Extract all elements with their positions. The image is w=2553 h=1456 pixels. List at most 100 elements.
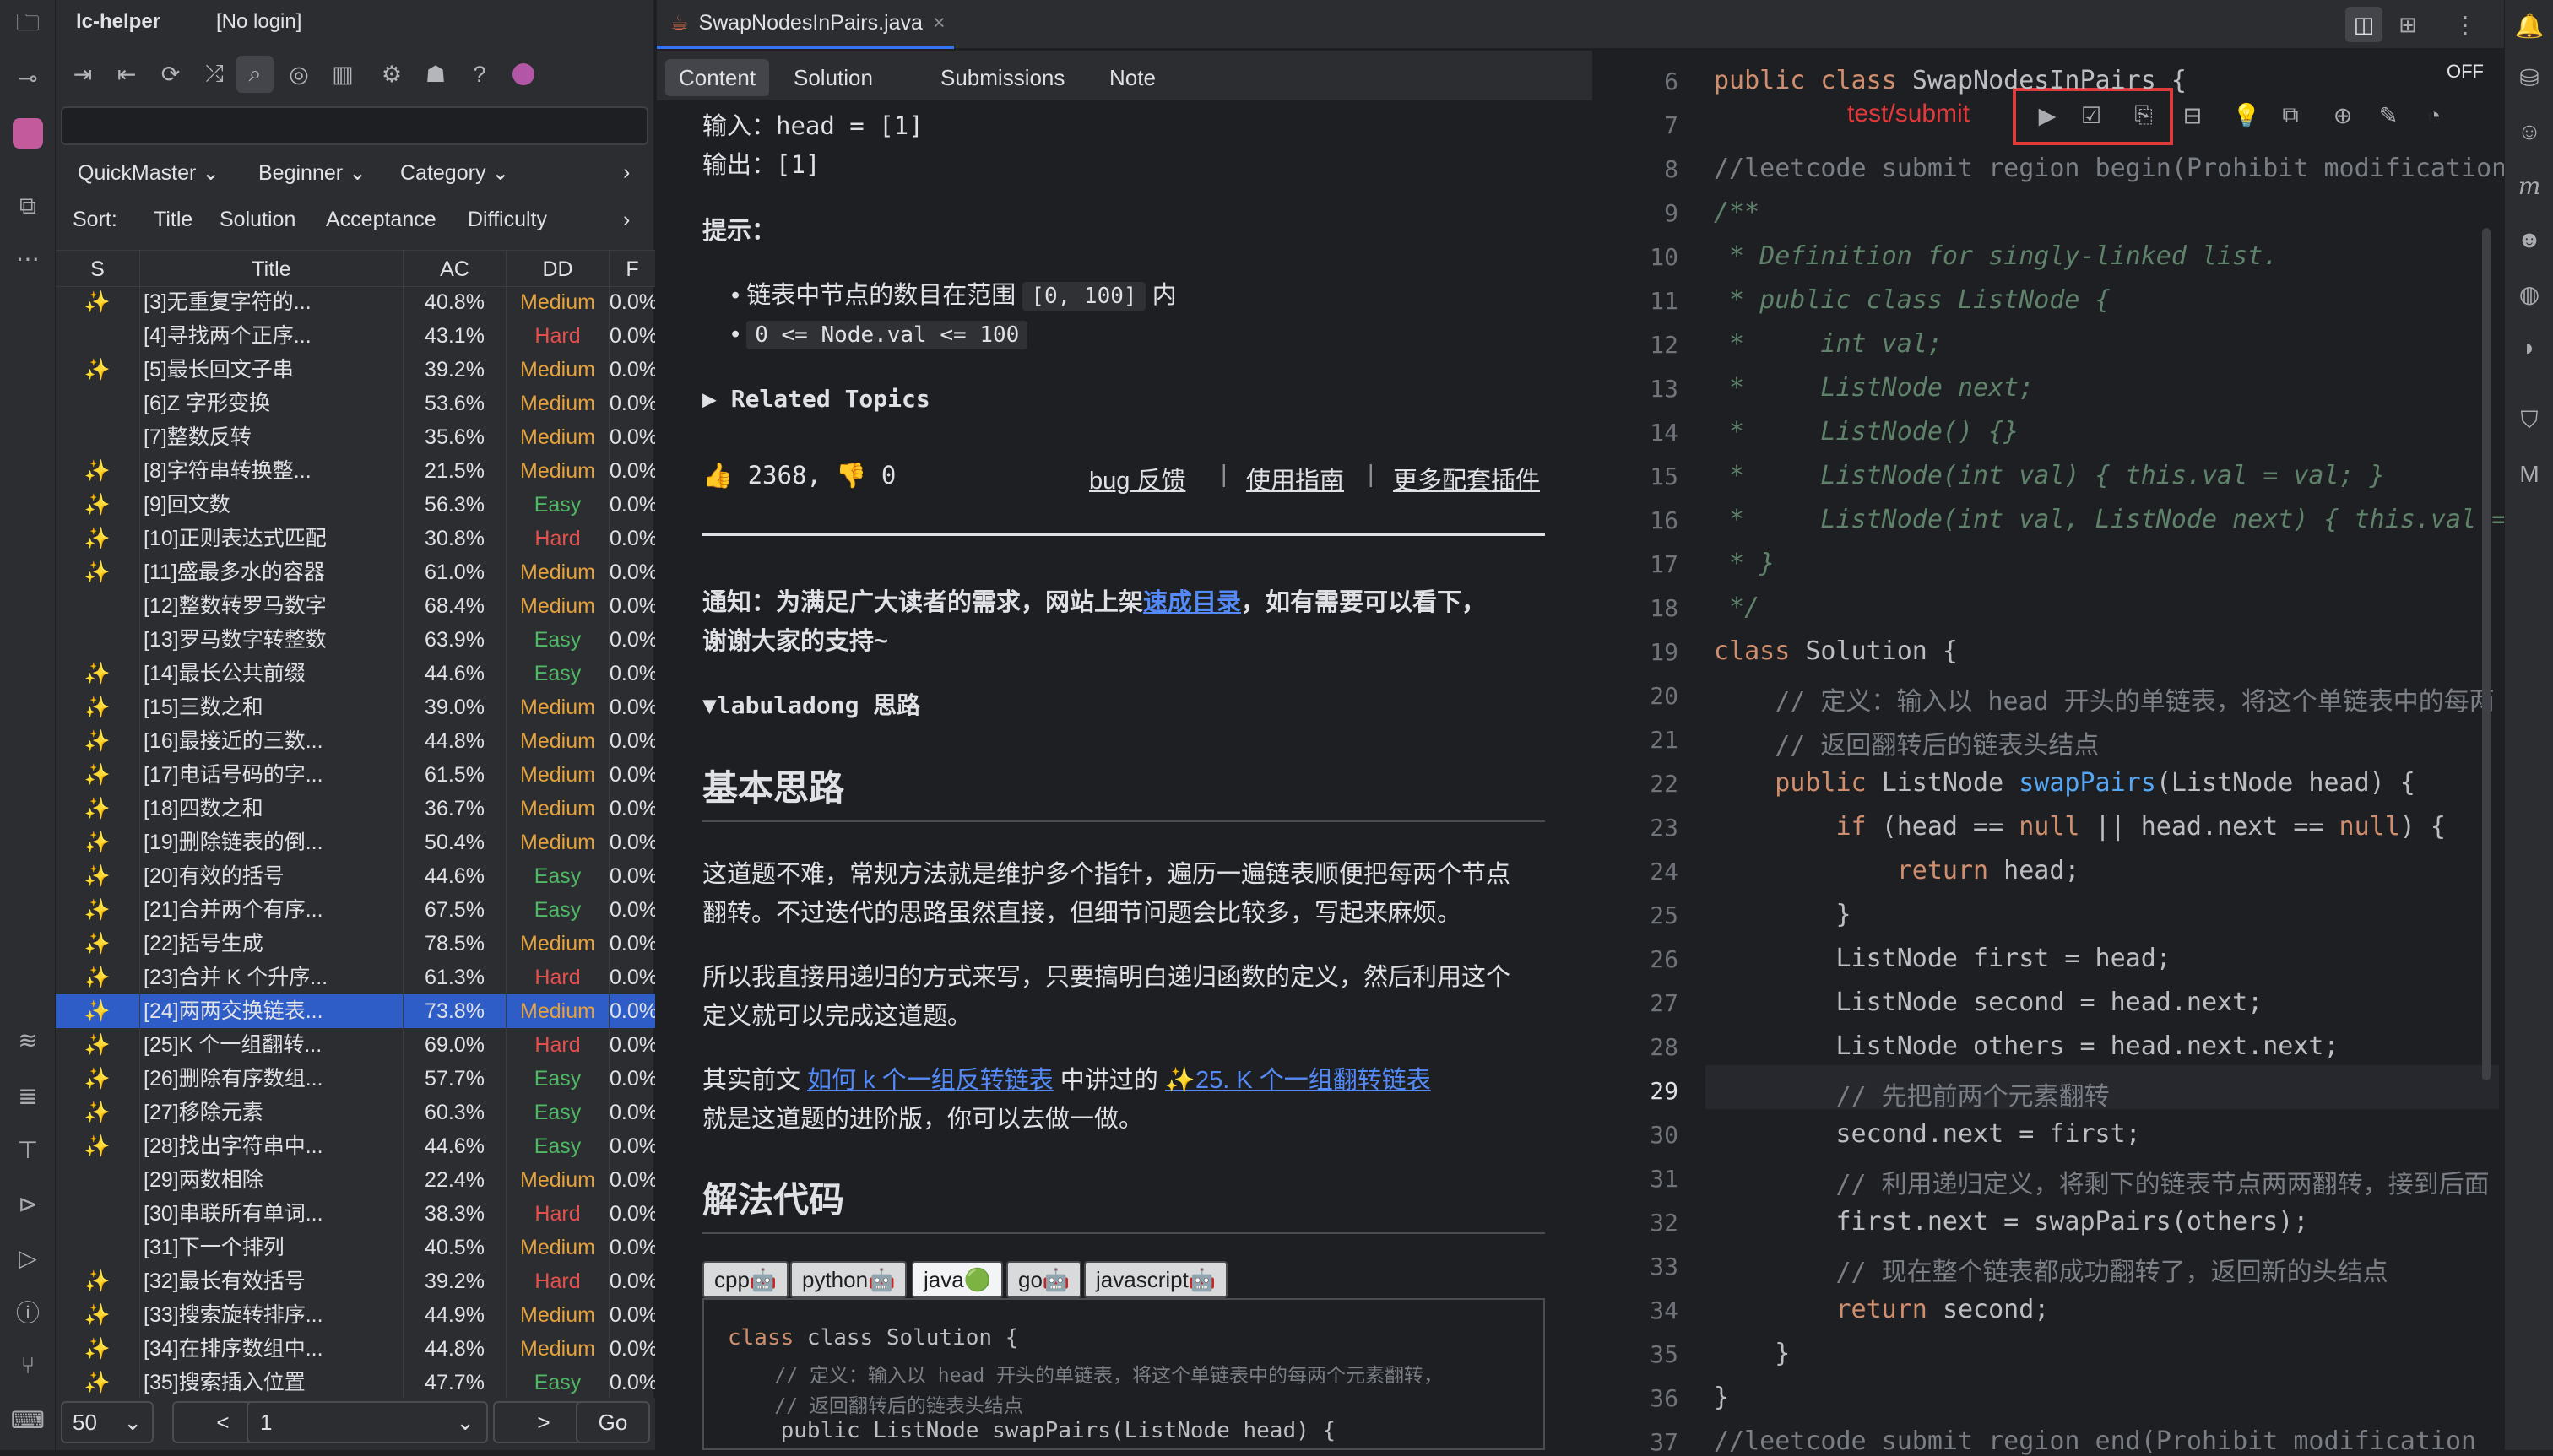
refresh-icon[interactable]: ⟳	[152, 56, 189, 93]
more-plugins-link[interactable]: 更多配套插件	[1393, 461, 1540, 496]
labuladong-toggle[interactable]: ▼labuladong 思路	[702, 687, 920, 721]
file-tab[interactable]: ☕ SwapNodesInPairs.java ×	[657, 0, 954, 49]
lang-tab-javascript[interactable]: javascript🤖	[1084, 1261, 1228, 1298]
table-row[interactable]: [6]Z 字形变换 53.6% Medium 0.0%	[56, 387, 655, 420]
problems-icon[interactable]: ⓘ	[9, 1293, 46, 1330]
col-ac[interactable]: AC	[404, 251, 507, 288]
sort-solution[interactable]: Solution	[220, 208, 295, 232]
login-icon[interactable]: ⇥	[64, 56, 101, 93]
run-test-icon[interactable]: ▶	[2030, 98, 2065, 133]
help-icon[interactable]: ?	[461, 56, 498, 93]
table-row[interactable]: ✨ [24]两两交换链表... 73.8% Medium 0.0%	[56, 994, 655, 1028]
bug-feedback-link[interactable]: bug 反馈	[1089, 461, 1185, 496]
debug-icon[interactable]: ⊕	[2325, 98, 2361, 133]
split-view-icon[interactable]: ◫	[2345, 7, 2382, 42]
close-tab-icon[interactable]: ×	[933, 11, 946, 35]
quickmaster-dropdown[interactable]: QuickMaster ⌄	[78, 160, 220, 186]
table-row[interactable]: ✨ [19]删除链表的倒... 50.4% Medium 0.0%	[56, 825, 655, 859]
quick-catalog-link[interactable]: 速成目录	[1143, 589, 1241, 616]
security-icon[interactable]: ⛉	[2511, 402, 2548, 439]
tab-note[interactable]: Note	[1096, 59, 1169, 96]
layers-icon[interactable]: ≋	[9, 1021, 46, 1058]
table-row[interactable]: ✨ [33]搜索旋转排序... 44.9% Medium 0.0%	[56, 1298, 655, 1332]
table-row[interactable]: ✨ [34]在排序数组中... 44.8% Medium 0.0%	[56, 1332, 655, 1366]
table-row[interactable]: ✨ [22]括号生成 78.5% Medium 0.0%	[56, 927, 655, 961]
preview-icon[interactable]: ⊞	[2389, 7, 2426, 42]
coverage-icon[interactable]: ◗	[2511, 329, 2548, 366]
database-icon[interactable]: ⛁	[2511, 59, 2548, 96]
table-row[interactable]: [29]两数相除 22.4% Medium 0.0%	[56, 1163, 655, 1197]
git-icon[interactable]: ⑂	[9, 1347, 46, 1384]
copilot-icon[interactable]: ☻	[2511, 221, 2548, 258]
editor-scrollbar[interactable]	[2482, 228, 2491, 1080]
table-row[interactable]: ✨ [5]最长回文子串 39.2% Medium 0.0%	[56, 353, 655, 387]
table-row[interactable]: ✨ [9]回文数 56.3% Easy 0.0%	[56, 488, 655, 522]
search-input[interactable]	[61, 106, 648, 145]
services-icon[interactable]: ⊳	[9, 1185, 46, 1222]
tab-submissions[interactable]: Submissions	[927, 59, 1078, 96]
table-row[interactable]: [4]寻找两个正序... 43.1% Hard 0.0%	[56, 319, 655, 353]
chat-icon[interactable]: ◍	[2511, 275, 2548, 312]
usage-guide-link[interactable]: 使用指南	[1246, 461, 1344, 496]
table-row[interactable]: ✨ [21]合并两个有序... 67.5% Easy 0.0%	[56, 893, 655, 927]
sort-title[interactable]: Title	[154, 208, 192, 232]
lang-tab-go[interactable]: go🤖	[1006, 1261, 1082, 1298]
donate-icon[interactable]	[505, 56, 542, 93]
category-dropdown[interactable]: Category ⌄	[400, 160, 509, 186]
table-row[interactable]: ✨ [16]最接近的三数... 44.8% Medium 0.0%	[56, 724, 655, 758]
table-row[interactable]: ✨ [11]盛最多水的容器 61.0% Medium 0.0%	[56, 555, 655, 589]
markdown-icon[interactable]: M	[2511, 456, 2548, 493]
go-button[interactable]: Go	[576, 1401, 650, 1443]
sort-acceptance[interactable]: Acceptance	[326, 208, 436, 232]
copy-icon[interactable]: ⧉	[2273, 98, 2308, 133]
sort-difficulty[interactable]: Difficulty	[468, 208, 547, 232]
build-icon[interactable]: ⊤	[9, 1131, 46, 1168]
timer-icon[interactable]: ◔	[2416, 98, 2452, 133]
run-icon[interactable]: ▷	[9, 1239, 46, 1276]
ai-assistant-icon[interactable]: ☺	[2511, 113, 2548, 150]
target-icon[interactable]: ◎	[280, 56, 317, 93]
login-status[interactable]: [No login]	[216, 10, 301, 34]
table-row[interactable]: ✨ [28]找出字符串中... 44.6% Easy 0.0%	[56, 1129, 655, 1163]
table-row[interactable]: ✨ [14]最长公共前缀 44.6% Easy 0.0%	[56, 657, 655, 690]
table-row[interactable]: ✨ [15]三数之和 39.0% Medium 0.0%	[56, 690, 655, 724]
col-f[interactable]: F	[610, 251, 655, 288]
maven-icon[interactable]: m	[2511, 167, 2548, 204]
tab-solution[interactable]: Solution	[780, 59, 886, 96]
lang-tab-python[interactable]: python🤖	[790, 1261, 908, 1298]
table-row[interactable]: [7]整数反转 35.6% Medium 0.0%	[56, 420, 655, 454]
level-dropdown[interactable]: Beginner ⌄	[258, 160, 366, 186]
table-row[interactable]: [31]下一个排列 40.5% Medium 0.0%	[56, 1231, 655, 1264]
table-row[interactable]: ✨ [23]合并 K 个升序... 61.3% Hard 0.0%	[56, 961, 655, 994]
table-row[interactable]: ✨ [3]无重复字符的... 40.8% Medium 0.0%	[56, 285, 655, 319]
table-row[interactable]: [12]整数转罗马数字 68.4% Medium 0.0%	[56, 589, 655, 623]
table-row[interactable]: ✨ [32]最长有效括号 39.2% Hard 0.0%	[56, 1264, 655, 1298]
filter-more-chevron[interactable]: ›	[623, 160, 630, 185]
col-status[interactable]: S	[56, 251, 140, 288]
table-row[interactable]: ✨ [26]删除有序数组... 57.7% Easy 0.0%	[56, 1062, 655, 1096]
problem-25-link[interactable]: ✨25. K 个一组翻转链表	[1165, 1067, 1431, 1094]
table-row[interactable]: ✨ [10]正则表达式匹配 30.8% Hard 0.0%	[56, 522, 655, 555]
bug-icon[interactable]: ☗	[417, 56, 454, 93]
structure-icon[interactable]: ⧉	[9, 187, 46, 225]
table-row[interactable]: [30]串联所有单词... 38.3% Hard 0.0%	[56, 1197, 655, 1231]
table-row[interactable]: ✨ [17]电话号码的字... 61.5% Medium 0.0%	[56, 758, 655, 792]
lang-tab-cpp[interactable]: cpp🤖	[702, 1261, 789, 1298]
tab-content[interactable]: Content	[665, 59, 770, 96]
lang-tab-java[interactable]: java🟢	[912, 1261, 1004, 1298]
sort-more-chevron[interactable]: ›	[623, 208, 630, 232]
commit-icon[interactable]: ⊸	[9, 59, 46, 96]
submit-file-icon[interactable]: ⎘	[2126, 98, 2161, 133]
page-size-select[interactable]: 50 ⌄	[61, 1401, 154, 1443]
table-row[interactable]: ✨ [20]有效的括号 44.6% Easy 0.0%	[56, 859, 655, 893]
more-tools-icon[interactable]: ⋯	[9, 240, 46, 277]
edit-icon[interactable]: ✎	[2371, 98, 2406, 133]
settings-icon[interactable]: ⚙	[373, 56, 410, 93]
col-title[interactable]: Title	[140, 251, 404, 288]
table-row[interactable]: [13]罗马数字转整数 63.9% Easy 0.0%	[56, 623, 655, 657]
search-icon[interactable]: ⌕	[236, 56, 274, 93]
table-row[interactable]: ✨ [18]四数之和 36.7% Medium 0.0%	[56, 792, 655, 825]
terminal-icon[interactable]: ⌨	[9, 1401, 46, 1438]
related-topics-toggle[interactable]: ▶ Related Topics	[702, 385, 930, 413]
shuffle-icon[interactable]: ⤮	[196, 56, 233, 93]
